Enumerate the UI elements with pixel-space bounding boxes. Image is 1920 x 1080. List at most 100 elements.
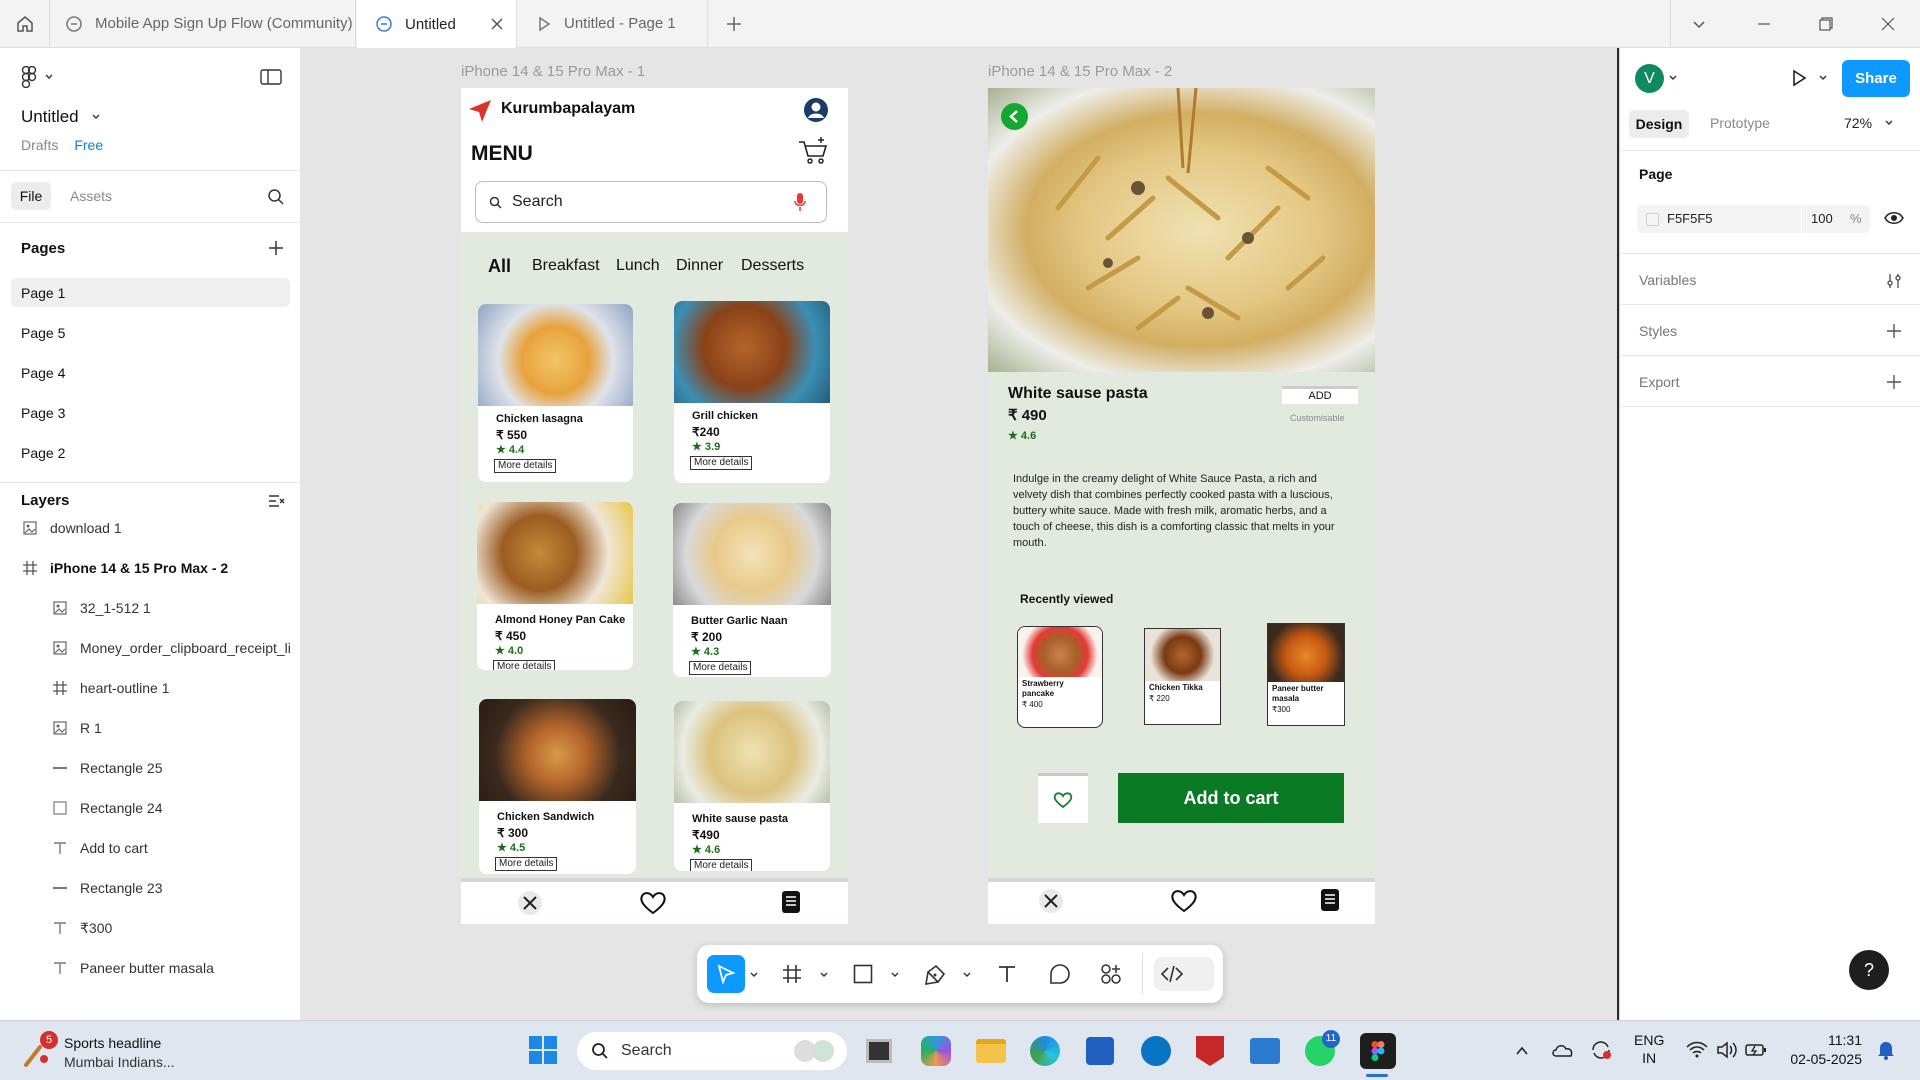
more-details-button[interactable]: More details [494, 459, 557, 473]
recent-item-card[interactable]: Chicken Tikka ₹ 220 [1144, 628, 1221, 725]
layer-item[interactable]: Rectangle 23 [0, 874, 300, 902]
export-label[interactable]: Export [1639, 374, 1679, 390]
notification-bell-icon[interactable] [1876, 1039, 1896, 1061]
layer-item[interactable]: Add to cart [0, 834, 300, 862]
page-item[interactable]: Page 2 [0, 439, 300, 467]
file-explorer-icon[interactable] [976, 1039, 1006, 1063]
frame-1-label[interactable]: iPhone 14 & 15 Pro Max - 1 [461, 63, 645, 80]
search-icon[interactable] [267, 188, 285, 206]
wifi-icon[interactable] [1686, 1041, 1708, 1059]
minimize-icon[interactable] [1756, 16, 1772, 32]
layer-item[interactable]: Rectangle 24 [0, 794, 300, 822]
layer-item[interactable]: Rectangle 25 [0, 754, 300, 782]
orders-icon[interactable] [1318, 887, 1342, 915]
onedrive-icon[interactable] [1551, 1041, 1575, 1059]
drafts-link[interactable]: Drafts [21, 137, 58, 153]
microsoft-store-icon[interactable] [1086, 1037, 1114, 1065]
heart-icon[interactable] [639, 890, 667, 916]
pen-tool-icon[interactable] [925, 963, 947, 985]
chevron-down-icon[interactable] [1668, 73, 1678, 83]
chevron-down-icon[interactable] [890, 970, 900, 980]
restore-icon[interactable] [1818, 16, 1834, 32]
add-export-icon[interactable] [1886, 374, 1902, 390]
chevron-down-icon[interactable] [1818, 73, 1828, 83]
menu-card[interactable]: White sause pasta ₹490 ★ 4.6 More details [674, 701, 830, 871]
remote-desktop-icon[interactable] [1250, 1038, 1280, 1064]
task-view-icon[interactable] [866, 1039, 892, 1063]
canvas[interactable]: iPhone 14 & 15 Pro Max - 1 Kurumbapalaya… [302, 48, 1618, 1020]
close-window-icon[interactable] [1880, 16, 1896, 32]
add-style-icon[interactable] [1886, 323, 1902, 339]
layer-item[interactable]: R 1 [0, 714, 300, 742]
tab-design[interactable]: Design [1629, 110, 1689, 138]
start-button[interactable] [528, 1035, 560, 1067]
menu-card[interactable]: Grill chicken ₹240 ★ 3.9 More details [674, 301, 830, 483]
frame-1[interactable]: Kurumbapalayam MENU Search All Breakfast… [461, 88, 848, 925]
category-all[interactable]: All [488, 256, 511, 277]
add-page-icon[interactable] [267, 239, 285, 257]
tab-untitled-page-1[interactable]: Untitled - Page 1 [518, 0, 708, 47]
more-details-button[interactable]: More details [690, 859, 753, 871]
variables-settings-icon[interactable] [1885, 272, 1903, 290]
layer-item[interactable]: ₹300 [0, 914, 300, 942]
variables-label[interactable]: Variables [1639, 272, 1696, 288]
profile-icon[interactable] [803, 97, 829, 123]
volume-icon[interactable] [1716, 1040, 1738, 1060]
layer-item[interactable]: download 1 [0, 514, 300, 542]
plan-badge[interactable]: Free [74, 137, 103, 153]
layer-item[interactable]: iPhone 14 & 15 Pro Max - 2 [0, 554, 300, 582]
color-swatch[interactable] [1646, 213, 1659, 226]
actions-tool-icon[interactable] [1100, 963, 1122, 985]
category-desserts[interactable]: Desserts [741, 257, 804, 275]
new-tab-button[interactable] [722, 12, 746, 36]
clock[interactable]: 11:31 02-05-2025 [1782, 1031, 1862, 1069]
figma-app-icon[interactable] [1360, 1033, 1396, 1069]
page-item[interactable]: Page 3 [0, 399, 300, 427]
text-tool-icon[interactable] [997, 964, 1017, 984]
mcafee-icon[interactable] [1196, 1036, 1224, 1066]
layer-item[interactable]: heart-outline 1 [0, 674, 300, 702]
tab-assets[interactable]: Assets [70, 188, 112, 204]
category-dinner[interactable]: Dinner [676, 257, 723, 275]
move-tool-button[interactable] [707, 955, 745, 993]
battery-icon[interactable] [1745, 1042, 1767, 1058]
layer-item[interactable]: 32_1-512 1 [0, 594, 300, 622]
recent-item-card[interactable]: Strawberry pancake ₹ 400 [1017, 626, 1103, 728]
layers-filter-icon[interactable] [268, 493, 286, 509]
more-details-button[interactable]: More details [495, 857, 558, 871]
copilot-icon[interactable] [921, 1036, 951, 1066]
visibility-eye-icon[interactable] [1884, 210, 1904, 226]
menu-card[interactable]: Chicken Sandwich ₹ 300 ★ 4.5 More details [479, 699, 636, 874]
add-to-cart-button[interactable]: Add to cart [1118, 773, 1344, 823]
styles-label[interactable]: Styles [1639, 323, 1677, 339]
dell-icon[interactable] [1141, 1036, 1171, 1066]
menu-utensils-icon[interactable] [517, 890, 543, 916]
more-details-button[interactable]: More details [493, 660, 556, 670]
add-button[interactable]: ADD [1282, 386, 1358, 404]
share-button[interactable]: Share [1842, 60, 1910, 97]
back-button[interactable] [1001, 103, 1028, 130]
help-button[interactable]: ? [1849, 950, 1889, 990]
recent-item-card[interactable]: Paneer butter masala ₹300 [1267, 623, 1345, 726]
menu-card[interactable]: Almond Honey Pan Cake ₹ 450 ★ 4.0 More deta… [477, 502, 633, 670]
page-item[interactable]: Page 5 [0, 319, 300, 347]
chevron-down-icon[interactable] [962, 970, 972, 980]
frame-2[interactable]: White sause pasta ₹ 490 ★ 4.6 ADD Custom… [988, 88, 1375, 925]
layer-item[interactable]: Money_order_clipboard_receipt_li [0, 634, 300, 662]
news-widget[interactable]: 5 Sports headline Mumbai Indians... [18, 1029, 198, 1073]
page-color-field[interactable]: F5F5F5 100 % [1637, 205, 1870, 233]
edge-browser-icon[interactable] [1030, 1036, 1060, 1066]
present-play-icon[interactable] [1789, 68, 1809, 88]
sidebar-toggle-icon[interactable] [260, 68, 282, 86]
search-bar[interactable]: Search [475, 181, 827, 223]
comment-tool-icon[interactable] [1049, 963, 1071, 985]
main-menu-button[interactable] [20, 66, 54, 88]
sync-icon[interactable] [1590, 1040, 1612, 1060]
chevron-up-icon[interactable] [1514, 1043, 1530, 1059]
frame-2-label[interactable]: iPhone 14 & 15 Pro Max - 2 [988, 63, 1172, 80]
page-item[interactable]: Page 4 [0, 359, 300, 387]
chevron-down-icon[interactable] [1691, 16, 1707, 32]
chevron-down-icon[interactable] [819, 970, 829, 980]
layer-item[interactable]: Paneer butter masala [0, 954, 300, 982]
more-details-button[interactable]: More details [690, 456, 753, 470]
